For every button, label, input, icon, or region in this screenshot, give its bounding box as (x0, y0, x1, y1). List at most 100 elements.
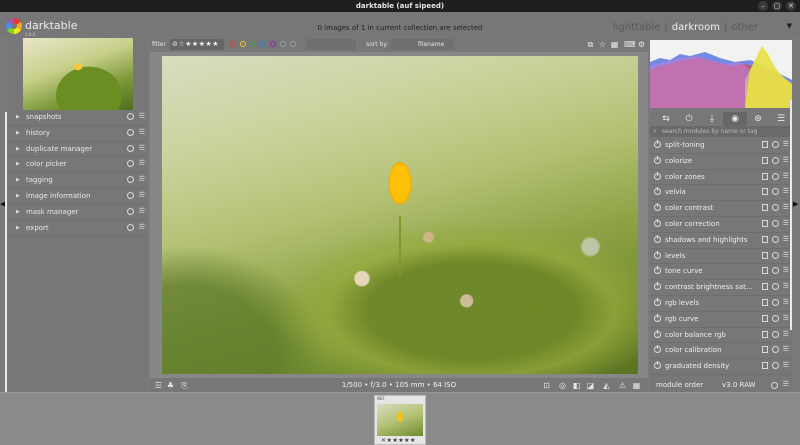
presets-menu-icon[interactable]: ☰ (139, 207, 145, 215)
left-module-snapshots[interactable]: ▶ snapshots ☰ (8, 110, 148, 126)
close-button[interactable]: ✕ (786, 1, 796, 11)
power-icon[interactable] (654, 282, 661, 291)
color-label-dot[interactable] (240, 41, 246, 47)
reset-icon[interactable] (127, 144, 134, 152)
presets-menu-icon[interactable]: ☰ (783, 266, 789, 274)
reset-icon[interactable] (772, 156, 779, 164)
presets-menu-icon[interactable]: ☰ (783, 298, 789, 306)
reset-icon[interactable] (127, 128, 134, 136)
reset-icon[interactable] (772, 314, 779, 322)
power-icon[interactable] (654, 250, 661, 259)
right-scrollbar[interactable] (790, 100, 792, 330)
presets-menu-icon[interactable]: ☰ (783, 156, 789, 164)
reset-icon[interactable] (772, 283, 779, 291)
maximize-button[interactable]: ▢ (772, 1, 782, 11)
keyboard-icon[interactable]: ⌨ (624, 40, 636, 49)
filmstrip-thumbnail[interactable]: NEF ✕★★★★★ (374, 395, 426, 445)
module-color-correction[interactable]: color correction ☰ (650, 217, 792, 233)
module-color-contrast[interactable]: color contrast ☰ (650, 201, 792, 217)
thumbnail-rating[interactable]: ✕★★★★★ (381, 437, 416, 444)
module-color-zones[interactable]: color zones ☰ (650, 170, 792, 186)
power-icon[interactable] (654, 155, 661, 164)
power-icon[interactable] (654, 218, 661, 227)
presets-menu-icon[interactable]: ☰ (783, 282, 789, 290)
tab-base-icon[interactable]: ⤓ (700, 112, 724, 126)
left-module-mask-manager[interactable]: ▶ mask manager ☰ (8, 205, 148, 221)
power-icon[interactable] (654, 345, 661, 354)
module-color-calibration[interactable]: color calibration ☰ (650, 343, 792, 360)
left-module-duplicate-manager[interactable]: ▶ duplicate manager ☰ (8, 142, 148, 158)
gear-icon[interactable]: ⚙ (637, 40, 646, 49)
guides-icon[interactable]: ▦ (632, 381, 641, 390)
multi-instance-icon[interactable] (762, 362, 768, 370)
module-rgb-curve[interactable]: rgb curve ☰ (650, 312, 792, 328)
view-darkroom[interactable]: darkroom (672, 22, 720, 33)
reset-icon[interactable] (127, 113, 134, 120)
presets-menu-icon[interactable]: ☰ (783, 203, 789, 211)
center-image[interactable] (162, 56, 638, 374)
presets-menu-icon[interactable]: ☰ (139, 191, 145, 199)
power-icon[interactable] (654, 313, 661, 322)
multi-instance-icon[interactable] (762, 314, 768, 322)
module-contrast-brightness-saturation[interactable]: contrast brightness saturation ☰ (650, 280, 792, 296)
reset-icon[interactable] (772, 188, 779, 196)
presets-menu-icon[interactable]: ☰ (783, 345, 789, 353)
multi-instance-icon[interactable] (762, 188, 768, 196)
focus-peaking-icon[interactable]: ◎ (558, 381, 567, 390)
presets-menu-icon[interactable]: ☰ (783, 172, 789, 180)
reset-icon[interactable] (127, 191, 134, 199)
left-module-color-picker[interactable]: ▶ color picker ☰ (8, 157, 148, 174)
sort-select[interactable]: filename ⌄ (390, 39, 454, 59)
color-label-dot[interactable] (260, 41, 266, 47)
multi-instance-icon[interactable] (762, 219, 768, 227)
multi-instance-icon[interactable] (762, 156, 768, 164)
softproof-icon[interactable]: ◪ (586, 381, 595, 390)
tab-active-modules-icon[interactable]: ⏻ (677, 112, 701, 126)
power-icon[interactable] (654, 266, 661, 275)
presets-menu-icon[interactable]: ☰ (783, 140, 789, 148)
module-split-toning[interactable]: split-toning ☰ (650, 138, 792, 154)
view-lighttable[interactable]: lighttable (613, 22, 661, 33)
left-module-export[interactable]: ▶ export ☰ (8, 221, 148, 237)
reset-icon[interactable] (772, 267, 779, 275)
multi-instance-icon[interactable] (762, 251, 768, 259)
power-icon[interactable] (654, 187, 661, 196)
power-icon[interactable] (654, 171, 661, 180)
presets-menu-icon[interactable]: ☰ (139, 144, 145, 152)
color-label-dot[interactable] (230, 41, 236, 47)
reset-icon[interactable] (127, 160, 134, 168)
power-icon[interactable] (654, 203, 661, 212)
presets-menu-icon[interactable]: ☰ (783, 187, 789, 195)
reset-icon[interactable] (772, 204, 779, 212)
presets-menu-icon[interactable]: ☰ (139, 175, 145, 183)
reset-icon[interactable] (127, 207, 134, 215)
reset-icon[interactable] (772, 346, 779, 354)
power-icon[interactable] (654, 140, 661, 148)
presets-menu-icon[interactable]: ☰ (783, 361, 789, 369)
module-graduated-density[interactable]: graduated density ☰ (650, 359, 792, 375)
reset-icon[interactable] (772, 298, 779, 306)
multi-instance-icon[interactable] (762, 346, 768, 354)
rating-filter[interactable]: ⊘☆★★★★★ (170, 39, 224, 50)
multi-instance-icon[interactable] (762, 204, 768, 212)
right-panel-toggle-icon[interactable]: ▶ (793, 200, 798, 208)
power-icon[interactable] (654, 234, 661, 243)
reset-icon[interactable] (772, 235, 779, 243)
reset-icon[interactable] (772, 251, 779, 259)
reset-icon[interactable] (127, 176, 134, 184)
color-label-dot[interactable] (270, 41, 276, 47)
image-canvas[interactable] (150, 52, 648, 378)
presets-menu-icon[interactable]: ☰ (139, 223, 145, 231)
grouping-icon[interactable]: ▦ (610, 40, 619, 49)
left-module-image-information[interactable]: ▶ image information ☰ (8, 189, 148, 205)
module-levels[interactable]: levels ☰ (650, 249, 792, 265)
multi-instance-icon[interactable] (762, 235, 768, 243)
tab-correct-icon[interactable]: ⊛ (746, 112, 770, 126)
module-colorize[interactable]: colorize ☰ (650, 154, 792, 170)
color-label-dot[interactable] (280, 41, 286, 47)
module-tone-curve[interactable]: tone curve ☰ (650, 264, 792, 281)
reset-icon[interactable] (771, 382, 778, 389)
histogram[interactable] (650, 40, 792, 108)
reset-icon[interactable] (127, 223, 134, 231)
left-module-tagging[interactable]: ▶ tagging ☰ (8, 173, 148, 189)
